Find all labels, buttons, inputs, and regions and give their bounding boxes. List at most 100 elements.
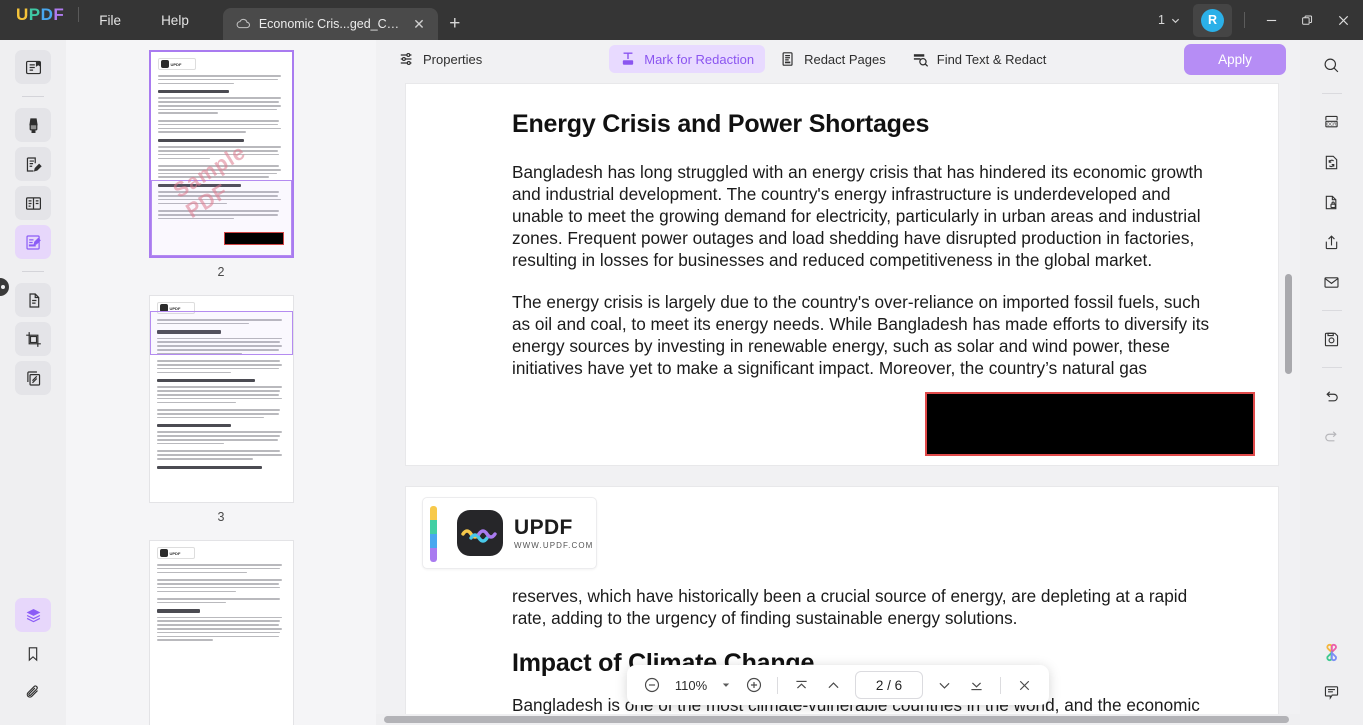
thumbnail-redaction-box xyxy=(224,232,284,245)
document-tab[interactable]: Economic Cris...ged_Copy (1)* ✕ xyxy=(223,8,438,40)
close-window-button[interactable] xyxy=(1325,0,1361,40)
thumbnail-number-2: 2 xyxy=(218,265,225,279)
highlighter-icon xyxy=(24,116,43,135)
page-thumbnails-panel[interactable]: UPDF xyxy=(66,40,376,725)
thumbnail-page-4[interactable]: UPDF xyxy=(149,540,294,725)
right-rail-separator-1 xyxy=(1322,93,1342,94)
close-floatbar-button[interactable] xyxy=(1011,672,1038,699)
redaction-box[interactable] xyxy=(925,392,1255,456)
thumbnail-page-content: UPDF xyxy=(151,52,292,256)
rr-convert[interactable] xyxy=(1315,146,1349,178)
vertical-scrollbar-track[interactable] xyxy=(1289,78,1296,725)
redact-pages-label: Redact Pages xyxy=(804,52,886,67)
page-paragraph-1: Bangladesh has long struggled with an en… xyxy=(512,161,1212,271)
document-viewport[interactable]: Energy Crisis and Power Shortages Bangla… xyxy=(376,78,1300,725)
rail-collapse-handle[interactable] xyxy=(0,278,9,296)
rail-reader[interactable] xyxy=(15,50,51,84)
previous-page-button[interactable] xyxy=(820,672,847,699)
zoom-in-button[interactable] xyxy=(740,672,767,699)
reader-icon xyxy=(24,58,43,77)
document-page-2[interactable]: Energy Crisis and Power Shortages Bangla… xyxy=(406,84,1278,465)
apply-button[interactable]: Apply xyxy=(1184,44,1286,75)
minimize-button[interactable] xyxy=(1253,0,1289,40)
bookmark-icon xyxy=(24,645,42,663)
app-body: UPDF xyxy=(0,40,1363,725)
ai-flower-icon xyxy=(1321,642,1342,663)
svg-text:OCR: OCR xyxy=(1327,121,1338,126)
redact-pen-icon xyxy=(24,233,43,252)
updf-watermark-card: UPDF WWW.UPDF.COM xyxy=(422,497,597,569)
page-navigation-toolbar: 110% xyxy=(627,665,1049,705)
rr-ai-assistant[interactable] xyxy=(1315,636,1349,668)
zoom-dropdown-caret[interactable] xyxy=(717,673,735,697)
rr-search[interactable] xyxy=(1315,49,1349,81)
redact-pages-icon xyxy=(780,51,796,67)
rr-redo[interactable] xyxy=(1315,420,1349,452)
find-text-and-redact-button[interactable]: Find Text & Redact xyxy=(901,45,1058,73)
rr-ocr[interactable]: OCR xyxy=(1315,106,1349,138)
stack-layers-icon xyxy=(24,606,43,625)
vertical-scrollbar-thumb[interactable] xyxy=(1285,274,1292,374)
rail-thumbnails-panel[interactable] xyxy=(15,598,51,632)
zoom-level-label[interactable]: 110% xyxy=(670,678,712,693)
watermark-color-bars xyxy=(430,506,437,562)
rr-comments[interactable] xyxy=(1315,676,1349,708)
properties-button[interactable]: Properties xyxy=(388,45,493,73)
rail-edit-pdf[interactable] xyxy=(15,147,51,181)
close-tab-icon[interactable]: ✕ xyxy=(410,15,428,33)
rail-separator-1 xyxy=(22,96,44,97)
thumbnail-page-3[interactable]: UPDF xyxy=(149,295,294,503)
menu-help[interactable]: Help xyxy=(141,0,209,40)
page-copy-icon xyxy=(24,291,43,310)
page-paragraph-2: The energy crisis is largely due to the … xyxy=(512,291,1212,379)
next-page-button[interactable] xyxy=(931,672,958,699)
mark-for-redaction-button[interactable]: Mark for Redaction xyxy=(609,45,765,73)
rail-attachments[interactable] xyxy=(15,676,51,710)
tab-title: Economic Cris...ged_Copy (1)* xyxy=(259,17,402,31)
rr-share[interactable] xyxy=(1315,226,1349,258)
thumbnail-list: UPDF xyxy=(66,50,376,725)
horizontal-scrollbar-thumb[interactable] xyxy=(384,716,1289,723)
find-text-redact-label: Find Text & Redact xyxy=(937,52,1047,67)
left-rail-bottom-group xyxy=(15,598,51,725)
search-icon xyxy=(1322,56,1341,75)
right-rail-bottom-group xyxy=(1315,636,1349,725)
mark-for-redaction-label: Mark for Redaction xyxy=(644,52,754,67)
rr-email[interactable] xyxy=(1315,266,1349,298)
watermark-subtitle: WWW.UPDF.COM xyxy=(514,541,593,550)
first-page-button[interactable] xyxy=(788,672,815,699)
new-tab-button[interactable]: + xyxy=(438,8,472,40)
last-page-button[interactable] xyxy=(963,672,990,699)
account-button[interactable]: R xyxy=(1193,4,1232,37)
document-lock-icon xyxy=(1322,193,1341,212)
page-paragraph-3: reserves, which have historically been a… xyxy=(512,585,1212,629)
zoom-out-button[interactable] xyxy=(638,672,665,699)
rail-redact[interactable] xyxy=(15,225,51,259)
mark-for-redaction-icon xyxy=(620,51,636,67)
rail-compare[interactable] xyxy=(15,361,51,395)
redact-pages-button[interactable]: Redact Pages xyxy=(769,45,897,73)
rail-organize-pages[interactable] xyxy=(15,283,51,317)
page-indicator-input[interactable]: 2 / 6 xyxy=(855,671,923,699)
document-pages: Energy Crisis and Power Shortages Bangla… xyxy=(384,78,1300,725)
rr-save[interactable] xyxy=(1315,323,1349,355)
zoom-in-icon xyxy=(745,676,763,694)
rr-undo[interactable] xyxy=(1315,380,1349,412)
rail-form[interactable] xyxy=(15,186,51,220)
rail-separator-2 xyxy=(22,271,44,272)
convert-file-icon xyxy=(1322,153,1341,172)
undo-icon xyxy=(1322,387,1341,406)
crop-icon xyxy=(24,330,43,349)
rail-bookmarks[interactable] xyxy=(15,637,51,671)
thumbnail-page-2[interactable]: UPDF xyxy=(149,50,294,258)
rr-protect[interactable] xyxy=(1315,186,1349,218)
window-count-dropdown[interactable]: 1 xyxy=(1149,8,1189,32)
restore-button[interactable] xyxy=(1289,0,1325,40)
rail-annotate-highlight[interactable] xyxy=(15,108,51,142)
thumbnail-selection-highlight xyxy=(150,311,293,355)
window-count-label: 1 xyxy=(1158,13,1165,27)
menu-file[interactable]: File xyxy=(79,0,141,40)
horizontal-scrollbar-track[interactable] xyxy=(376,714,1300,725)
rail-crop[interactable] xyxy=(15,322,51,356)
share-upload-icon xyxy=(1322,233,1341,252)
